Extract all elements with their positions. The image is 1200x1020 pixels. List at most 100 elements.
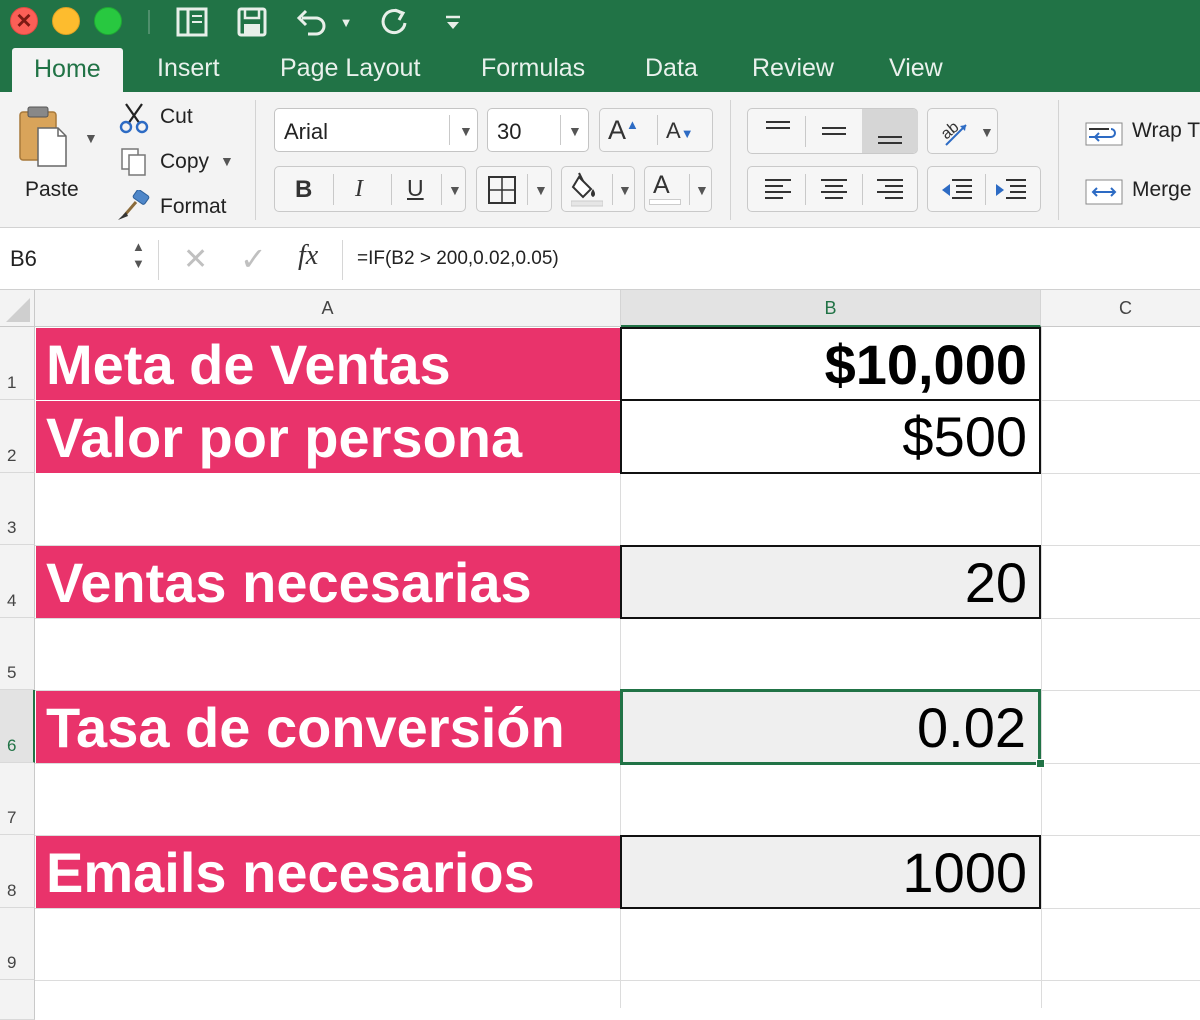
- font-name-combobox[interactable]: Arial ▼: [274, 108, 478, 152]
- gridline: [1041, 327, 1042, 1008]
- align-top-icon[interactable]: [764, 117, 792, 145]
- italic-button[interactable]: I: [355, 176, 363, 203]
- font-color-chevron-icon[interactable]: ▼: [695, 182, 709, 198]
- tab-review[interactable]: Review: [752, 54, 834, 83]
- cell-b4[interactable]: 20: [620, 545, 1041, 619]
- cut-label[interactable]: Cut: [160, 105, 193, 129]
- cut-scissors-icon[interactable]: [118, 102, 150, 134]
- copy-dropdown-chevron-icon[interactable]: ▼: [220, 153, 234, 169]
- cell-a8[interactable]: Emails necesarios: [36, 836, 620, 908]
- copy-label[interactable]: Copy: [160, 150, 209, 174]
- column-header-b[interactable]: B: [621, 290, 1041, 327]
- sidebar-toggle-icon[interactable]: [172, 2, 212, 42]
- cell-b8[interactable]: 1000: [620, 835, 1041, 909]
- decrease-font-size-button[interactable]: A▼: [666, 118, 694, 144]
- bold-button[interactable]: B: [295, 176, 312, 204]
- button-divider: [862, 174, 863, 205]
- toolbar-divider: [148, 10, 150, 34]
- row-number: 4: [7, 591, 17, 610]
- copy-icon[interactable]: [118, 146, 150, 178]
- font-color-glyph: A: [653, 171, 670, 199]
- orientation-chevron-icon[interactable]: ▼: [980, 124, 994, 140]
- format-painter-label[interactable]: Format: [160, 195, 227, 219]
- orientation-button[interactable]: ab ▼: [927, 108, 998, 154]
- font-size-combobox[interactable]: 30 ▼: [487, 108, 589, 152]
- align-left-icon[interactable]: [763, 176, 793, 204]
- align-center-icon[interactable]: [819, 176, 849, 204]
- row-header-8[interactable]: 8: [0, 835, 35, 908]
- paste-dropdown-chevron-icon[interactable]: ▼: [84, 130, 98, 146]
- row-number: 9: [7, 953, 17, 972]
- font-name-value: Arial: [284, 119, 329, 144]
- row-header-7[interactable]: 7: [0, 763, 35, 835]
- underline-button[interactable]: U: [407, 175, 424, 202]
- row-header-6[interactable]: 6: [0, 690, 35, 763]
- tab-view[interactable]: View: [889, 54, 943, 83]
- select-all-corner[interactable]: [0, 290, 35, 327]
- increase-font-size-button[interactable]: A▲: [608, 115, 639, 146]
- close-window-button[interactable]: [10, 5, 38, 36]
- save-icon[interactable]: [232, 2, 272, 42]
- undo-dropdown-chevron-icon[interactable]: ▼: [336, 2, 356, 42]
- underline-chevron-icon[interactable]: ▼: [448, 182, 462, 198]
- ribbon-home: ▼ Paste Cut Copy ▼ Format Arial ▼ 30 ▼ A…: [0, 92, 1200, 228]
- column-header-a[interactable]: A: [35, 290, 621, 327]
- cell-b6[interactable]: 0.02: [620, 689, 1041, 765]
- row-header-9[interactable]: 9: [0, 908, 35, 980]
- cell-a4[interactable]: Ventas necesarias: [36, 546, 620, 618]
- undo-icon[interactable]: [292, 2, 332, 42]
- column-header-c[interactable]: C: [1041, 290, 1200, 327]
- row-header-10[interactable]: [0, 980, 35, 1020]
- tab-data[interactable]: Data: [645, 54, 698, 83]
- minimize-window-button[interactable]: [52, 7, 80, 35]
- align-right-icon[interactable]: [875, 176, 905, 204]
- cell-a6[interactable]: Tasa de conversión: [36, 691, 620, 763]
- decrease-indent-icon[interactable]: [940, 176, 974, 204]
- font-name-chevron-icon[interactable]: ▼: [459, 123, 473, 139]
- increase-indent-icon[interactable]: [994, 176, 1028, 204]
- redo-icon[interactable]: [375, 2, 415, 42]
- format-painter-brush-icon[interactable]: [116, 189, 152, 222]
- cell-b2[interactable]: $500: [620, 399, 1041, 474]
- group-divider: [1058, 100, 1059, 220]
- cancel-x-icon[interactable]: ✕: [183, 242, 208, 277]
- align-middle-icon[interactable]: [820, 117, 848, 145]
- enter-check-icon[interactable]: ✓: [240, 240, 267, 278]
- borders-chevron-icon[interactable]: ▼: [534, 182, 548, 198]
- button-divider: [985, 174, 986, 205]
- fill-color-chevron-icon[interactable]: ▼: [618, 182, 632, 198]
- row-header-5[interactable]: 5: [0, 618, 35, 690]
- row-header-4[interactable]: 4: [0, 545, 35, 618]
- font-size-chevron-icon[interactable]: ▼: [568, 123, 582, 139]
- fill-color-button[interactable]: ▼: [561, 166, 635, 212]
- paste-icon[interactable]: [14, 102, 74, 172]
- cell-a1[interactable]: Meta de Ventas: [36, 328, 620, 400]
- font-color-swatch: [649, 199, 681, 205]
- formula-input[interactable]: =IF(B2 > 200,0.02,0.05): [357, 248, 559, 270]
- name-box-stepper-icon[interactable]: ▲ ▼: [132, 238, 145, 272]
- tab-home[interactable]: Home: [12, 48, 123, 92]
- row-header-2[interactable]: 2: [0, 400, 35, 473]
- formula-bar-divider: [158, 240, 159, 280]
- borders-button[interactable]: ▼: [476, 166, 552, 212]
- customize-toolbar-icon[interactable]: [440, 2, 466, 42]
- indent-buttons: [927, 166, 1041, 212]
- tab-insert[interactable]: Insert: [157, 54, 220, 83]
- formula-bar-divider: [342, 240, 343, 280]
- cell-a2[interactable]: Valor por persona: [36, 401, 620, 473]
- tab-formulas[interactable]: Formulas: [481, 54, 585, 83]
- fill-handle[interactable]: [1036, 759, 1045, 768]
- insert-function-button[interactable]: fx: [298, 240, 318, 272]
- row-header-3[interactable]: 3: [0, 473, 35, 545]
- button-divider: [391, 174, 392, 205]
- spreadsheet-grid[interactable]: A B C 1 2 3 4 5 6 7 8 9 Meta de Ventas $…: [0, 290, 1200, 1020]
- name-box[interactable]: B6: [10, 246, 37, 272]
- align-bottom-button[interactable]: [862, 109, 918, 153]
- row-header-1[interactable]: 1: [0, 327, 35, 400]
- paste-label[interactable]: Paste: [25, 178, 79, 202]
- button-divider: [333, 174, 334, 205]
- tab-page-layout[interactable]: Page Layout: [280, 54, 420, 83]
- font-color-button[interactable]: A ▼: [644, 166, 712, 212]
- cell-b1[interactable]: $10,000: [620, 327, 1041, 401]
- maximize-window-button[interactable]: [94, 7, 122, 35]
